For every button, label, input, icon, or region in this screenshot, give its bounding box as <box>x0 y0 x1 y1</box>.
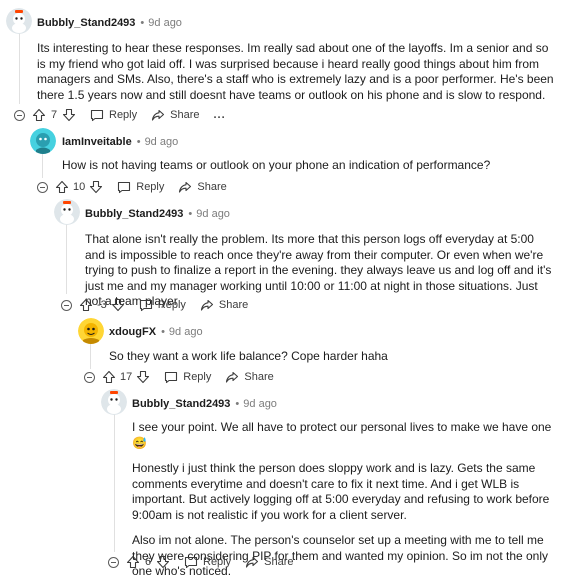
share-button[interactable]: Share <box>151 109 199 122</box>
downvote-arrow-icon[interactable] <box>156 555 170 569</box>
comment-actions: 6 Reply Share <box>108 553 293 571</box>
timestamp[interactable]: 9d ago <box>145 136 179 148</box>
comment-meta: IamInveitable • 9d ago <box>62 136 179 148</box>
vote-score: 10 <box>73 181 86 193</box>
reply-button[interactable]: Reply <box>184 556 231 569</box>
comment-meta: xdougFX • 9d ago <box>109 326 203 338</box>
downvote-arrow-icon[interactable] <box>89 180 103 194</box>
avatar[interactable] <box>54 199 80 225</box>
avatar[interactable] <box>30 128 56 154</box>
share-button[interactable]: Share <box>178 181 227 194</box>
comment-paragraph: How is not having teams or outlook on yo… <box>62 158 491 172</box>
vote-score: 17 <box>120 371 133 383</box>
reply-button[interactable]: Reply <box>139 299 186 312</box>
reply-button[interactable]: Reply <box>90 109 137 122</box>
comment-paragraph: Honestly i just think the person does sl… <box>132 461 550 522</box>
collapse-thread-button[interactable] <box>84 371 95 383</box>
author-name[interactable]: IamInveitable <box>62 136 132 148</box>
comment-bubble-icon <box>165 371 178 383</box>
upvote-arrow-icon[interactable] <box>126 555 140 569</box>
timestamp[interactable]: 9d ago <box>148 17 182 29</box>
share-arrow-icon <box>152 109 165 121</box>
share-arrow-icon <box>246 556 259 568</box>
comment-body: How is not having teams or outlook on yo… <box>62 158 555 174</box>
comment-meta: Bubbly_Stand2493 • 9d ago <box>85 208 230 220</box>
thread-line <box>66 222 67 294</box>
collapse-thread-button[interactable] <box>14 109 25 121</box>
reply-button[interactable]: Reply <box>117 181 164 194</box>
collapse-thread-button[interactable] <box>61 299 72 311</box>
timestamp[interactable]: 9d ago <box>196 208 230 220</box>
comment-actions: 10 Reply Share <box>37 178 227 196</box>
thread-line <box>114 412 115 552</box>
share-button[interactable]: Share <box>200 299 248 312</box>
reply-button[interactable]: Reply <box>164 371 211 384</box>
comment-meta: Bubbly_Stand2493 • 9d ago <box>37 17 182 29</box>
vote-score: -3 <box>97 299 107 311</box>
comment-actions: -3 Reply Share <box>61 296 248 314</box>
share-arrow-icon <box>200 299 213 311</box>
comment-bubble-icon <box>184 556 198 568</box>
vote-score: 7 <box>50 109 58 121</box>
author-name[interactable]: xdougFX <box>109 326 156 338</box>
comment-actions: 7 Reply Share ... <box>14 106 226 124</box>
vote-score: 6 <box>144 556 152 568</box>
comment-meta: Bubbly_Stand2493 • 9d ago <box>132 398 277 410</box>
author-name[interactable]: Bubbly_Stand2493 <box>37 17 135 29</box>
timestamp[interactable]: 9d ago <box>169 326 203 338</box>
comment-paragraph: So they want a work life balance? Cope h… <box>109 349 388 363</box>
share-arrow-icon <box>226 371 239 383</box>
collapse-thread-button[interactable] <box>37 181 48 193</box>
share-button[interactable]: Share <box>245 556 293 569</box>
comment-paragraph: Its interesting to hear these responses.… <box>37 41 554 102</box>
comment-actions: 17 Reply Share <box>84 368 274 386</box>
timestamp[interactable]: 9d ago <box>243 398 277 410</box>
collapse-thread-button[interactable] <box>108 556 119 568</box>
sweat-smile-emoji: 😅 <box>132 435 147 450</box>
upvote-arrow-icon[interactable] <box>102 370 116 384</box>
downvote-arrow-icon[interactable] <box>111 298 125 312</box>
thread-line <box>42 150 43 178</box>
comment-bubble-icon <box>118 181 131 193</box>
thread-line <box>19 32 20 104</box>
avatar[interactable] <box>6 8 32 34</box>
author-name[interactable]: Bubbly_Stand2493 <box>85 208 183 220</box>
upvote-arrow-icon[interactable] <box>55 180 69 194</box>
avatar[interactable] <box>101 389 127 415</box>
author-name[interactable]: Bubbly_Stand2493 <box>132 398 230 410</box>
downvote-arrow-icon[interactable] <box>136 370 150 384</box>
thread-line <box>90 341 91 369</box>
share-button[interactable]: Share <box>225 371 274 384</box>
comment-paragraph: I see your point. We all have to protect… <box>132 420 552 450</box>
comment-body: So they want a work life balance? Cope h… <box>109 349 555 365</box>
comment-body: Its interesting to hear these responses.… <box>37 41 555 103</box>
upvote-arrow-icon[interactable] <box>79 298 93 312</box>
upvote-arrow-icon[interactable] <box>32 108 46 122</box>
more-options-button[interactable]: ... <box>213 109 225 121</box>
comment-bubble-icon <box>139 299 152 311</box>
share-arrow-icon <box>179 181 192 193</box>
comment-bubble-icon <box>90 109 104 121</box>
avatar[interactable] <box>78 318 104 344</box>
downvote-arrow-icon[interactable] <box>62 108 76 122</box>
